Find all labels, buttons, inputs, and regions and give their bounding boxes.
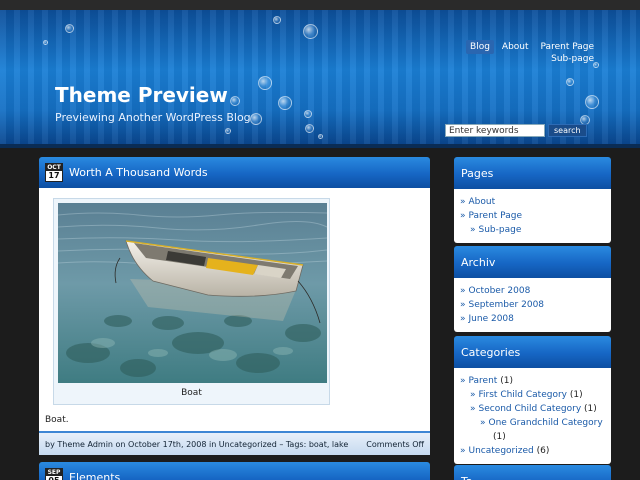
bullet-icon: » <box>460 197 466 207</box>
link-label: About <box>468 197 496 207</box>
bubble-decoration <box>250 113 262 125</box>
bubble-decoration <box>43 40 48 45</box>
site-description: Previewing Another WordPress Blog <box>55 111 251 124</box>
bullet-icon: » <box>480 418 486 428</box>
bullet-icon: » <box>460 211 466 221</box>
list-item-count: (1) <box>460 430 605 444</box>
header-divider <box>0 144 640 148</box>
bubble-decoration <box>585 95 599 109</box>
bubble-decoration <box>65 24 74 33</box>
post-count: (6) <box>536 446 550 456</box>
list-item[interactable]: » October 2008 <box>460 284 605 298</box>
image-caption: Boat <box>181 388 202 398</box>
widget-archive: Archiv » October 2008 » September 2008 » Ju… <box>454 246 611 332</box>
list-item[interactable]: » June 2008 <box>460 312 605 326</box>
list-item[interactable]: » Sub-page <box>460 223 605 237</box>
bullet-icon: » <box>470 404 476 414</box>
link-label: Parent <box>468 376 498 386</box>
top-strip <box>0 0 640 10</box>
nav-item-sub-page[interactable]: Sub-page <box>547 54 598 64</box>
post-title[interactable]: Elements <box>69 471 120 480</box>
boat-photo[interactable] <box>58 203 327 383</box>
list-item[interactable]: » Parent (1) <box>460 374 605 388</box>
list-item[interactable]: » About <box>460 195 605 209</box>
list-item[interactable]: » One Grandchild Category <box>460 416 605 430</box>
list-item[interactable]: » Second Child Category (1) <box>460 402 605 416</box>
nav-item-blog[interactable]: Blog <box>466 40 494 54</box>
link-label: Parent Page <box>468 211 522 221</box>
post: SEP 05 Elements <box>39 462 430 480</box>
widget-title: Archiv <box>454 246 611 278</box>
bubble-decoration <box>318 134 323 139</box>
calendar-icon: OCT 17 <box>45 163 63 182</box>
widget-content: » About » Parent Page » Sub-page <box>454 189 611 243</box>
bubble-decoration <box>225 128 231 134</box>
bullet-icon: » <box>460 314 466 324</box>
site-title[interactable]: Theme Preview <box>55 83 228 107</box>
bubble-decoration <box>305 124 314 133</box>
post-count: (1) <box>500 376 513 386</box>
widget-content: » October 2008 » September 2008 » June 2008 <box>454 278 611 332</box>
calendar-icon: SEP 05 <box>45 468 63 480</box>
widget-content: » Parent (1) » First Child Category (1) » S… <box>454 368 611 464</box>
bubble-decoration <box>303 24 318 39</box>
date-month: SEP <box>46 469 62 476</box>
post-meta: by Theme Admin on October 17th, 2008 in … <box>39 431 430 455</box>
bubble-decoration <box>258 76 272 90</box>
link-label: Second Child Category <box>478 404 582 414</box>
bullet-icon: » <box>470 225 476 235</box>
top-navigation: Blog About Parent Page Sub-page <box>466 40 598 64</box>
image-figure: Boat <box>53 198 330 405</box>
link-label: Uncategorized <box>468 446 534 456</box>
link-label: October 2008 <box>468 286 531 296</box>
nav-group-parent: Parent Page Sub-page <box>537 40 598 64</box>
post-count: (1) <box>493 432 506 442</box>
date-day: 05 <box>48 476 59 480</box>
bubble-decoration <box>273 16 281 24</box>
bullet-icon: » <box>460 300 466 310</box>
bullet-icon: » <box>460 376 466 386</box>
post-content: Boat Boat. <box>39 188 430 431</box>
post-meta-info[interactable]: by Theme Admin on October 17th, 2008 in … <box>45 440 348 449</box>
link-label: Sub-page <box>478 225 522 235</box>
link-label: September 2008 <box>468 300 545 310</box>
post-title[interactable]: Worth A Thousand Words <box>69 166 208 179</box>
link-label: First Child Category <box>478 390 567 400</box>
list-item[interactable]: » September 2008 <box>460 298 605 312</box>
nav-item-parent-page[interactable]: Parent Page <box>537 40 598 54</box>
widget-categories: Categories » Parent (1) » First Child Cate… <box>454 336 611 464</box>
list-item[interactable]: » Parent Page <box>460 209 605 223</box>
bullet-icon: » <box>460 446 466 456</box>
bubble-decoration <box>566 78 574 86</box>
list-item[interactable]: » First Child Category (1) <box>460 388 605 402</box>
comments-link[interactable]: Comments Off <box>366 440 424 449</box>
post-count: (1) <box>569 390 583 400</box>
widget-title: Pages <box>454 157 611 189</box>
post-count: (1) <box>584 404 597 414</box>
link-label: One Grandchild Category <box>488 418 603 428</box>
post-excerpt: Boat. <box>45 415 69 425</box>
bubble-decoration <box>230 96 240 106</box>
bullet-icon: » <box>460 286 466 296</box>
date-month: OCT <box>46 164 62 171</box>
widget-next: Ta <box>454 465 611 480</box>
post-header: OCT 17 Worth A Thousand Words <box>39 157 430 188</box>
widget-title: Categories <box>454 336 611 368</box>
bubble-decoration <box>304 110 312 118</box>
post: OCT 17 Worth A Thousand Words Boat Boat.… <box>39 157 430 455</box>
post-header: SEP 05 Elements <box>39 462 430 480</box>
search-input[interactable] <box>445 124 545 137</box>
search-button[interactable]: search <box>548 124 587 137</box>
bubble-decoration <box>278 96 292 110</box>
date-day: 17 <box>48 171 60 180</box>
list-item[interactable]: » Uncategorized (6) <box>460 444 605 458</box>
link-label: June 2008 <box>468 314 514 324</box>
widget-pages: Pages » About » Parent Page » Sub-page <box>454 157 611 243</box>
bullet-icon: » <box>470 390 476 400</box>
nav-item-about[interactable]: About <box>498 40 533 54</box>
search-form: search <box>445 124 587 137</box>
widget-title: Ta <box>454 465 611 480</box>
